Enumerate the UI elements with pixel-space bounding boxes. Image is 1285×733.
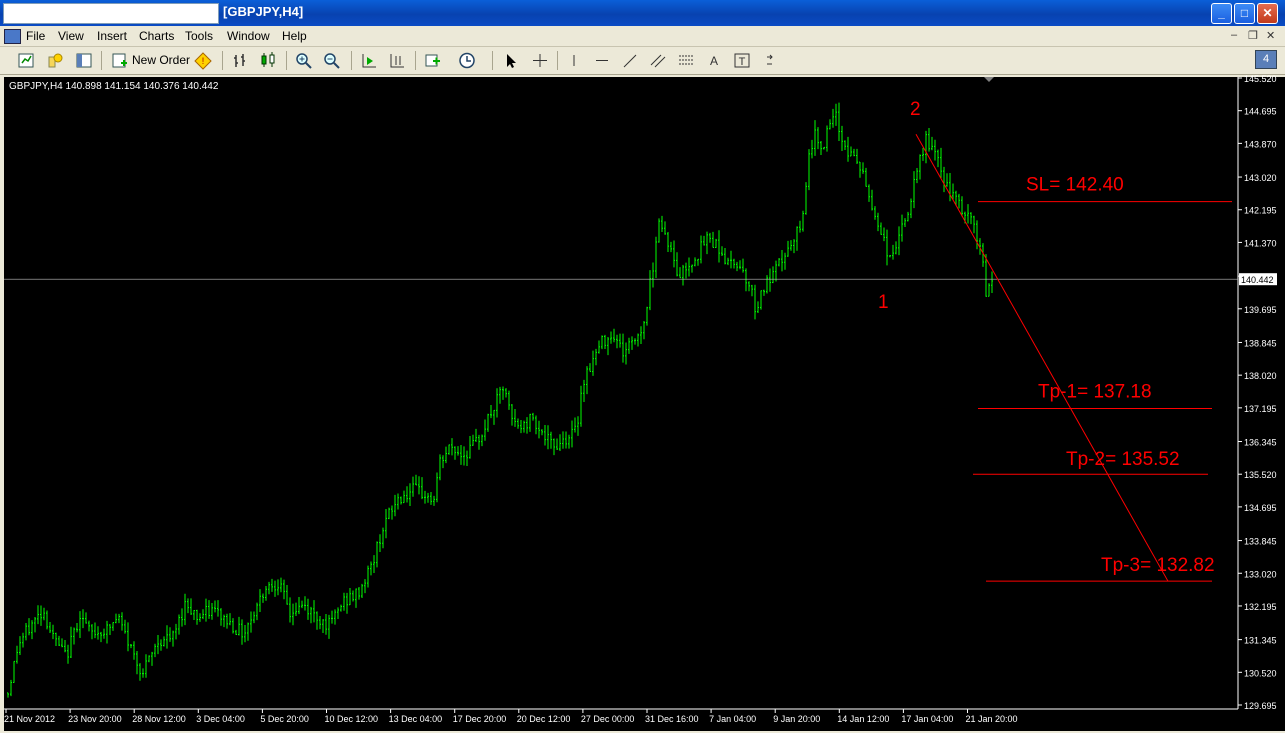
price-axis-background (1238, 77, 1285, 709)
mdi-minimize-icon[interactable]: – (1231, 29, 1237, 41)
periods-clock-icon[interactable] (458, 51, 478, 70)
expert-advisors-icon[interactable]: ! (193, 51, 213, 70)
y-tick-label: 143.870 (1244, 139, 1277, 149)
x-tick-label: 27 Dec 00:00 (581, 714, 635, 724)
y-tick-label: 139.695 (1244, 305, 1277, 315)
menu-view[interactable]: View (58, 29, 84, 43)
take-profit-1-label: Tp-1= 137.18 (1038, 381, 1152, 402)
y-tick-label: 129.695 (1244, 701, 1277, 711)
y-tick-label: 142.195 (1244, 206, 1277, 216)
x-tick-label: 31 Dec 16:00 (645, 714, 699, 724)
text-icon[interactable]: A (704, 51, 724, 70)
x-tick-label: 21 Nov 2012 (4, 714, 55, 724)
y-tick-label: 130.520 (1244, 668, 1277, 678)
y-tick-label: 137.195 (1244, 404, 1277, 414)
new-order-button[interactable]: New Order (110, 51, 190, 70)
menu-window[interactable]: Window (227, 29, 270, 43)
wave-point-2-label: 2 (910, 99, 921, 120)
y-tick-label: 132.195 (1244, 602, 1277, 612)
menu-help[interactable]: Help (282, 29, 307, 43)
x-tick-label: 21 Jan 20:00 (966, 714, 1018, 724)
stop-loss-label: SL= 142.40 (1026, 175, 1124, 196)
price-chart[interactable]: 145.520 144.695 143.870 143.020 142.195 141.3… (0, 75, 1285, 733)
indicators-icon[interactable] (423, 51, 443, 70)
cursor-icon[interactable] (501, 51, 521, 70)
y-tick-label: 138.845 (1244, 338, 1277, 348)
svg-text:!: ! (202, 56, 205, 66)
symbol-info: GBPJPY,H4 140.898 141.154 140.376 140.44… (9, 81, 219, 92)
wave-point-1-label: 1 (878, 292, 889, 313)
x-tick-label: 28 Nov 12:00 (132, 714, 186, 724)
x-tick-label: 14 Jan 12:00 (837, 714, 889, 724)
market-watch-icon[interactable] (74, 51, 94, 70)
title-bar: [GBPJPY,H4] _ □ ✕ (0, 0, 1285, 26)
equidistant-channel-icon[interactable] (648, 51, 668, 70)
mdi-restore-icon[interactable]: ❐ (1248, 29, 1258, 42)
menu-file[interactable]: File (26, 29, 45, 43)
menu-tools[interactable]: Tools (185, 29, 213, 43)
y-tick-label: 138.020 (1244, 371, 1277, 381)
vertical-line-icon[interactable] (564, 51, 584, 70)
zoom-out-icon[interactable] (322, 51, 342, 70)
auto-scroll-icon[interactable] (359, 51, 379, 70)
window-title: [GBPJPY,H4] (223, 4, 304, 19)
text-label-icon[interactable]: T (732, 51, 752, 70)
svg-text:A: A (710, 54, 718, 68)
minimize-button[interactable]: _ (1211, 3, 1232, 24)
x-tick-label: 13 Dec 04:00 (389, 714, 443, 724)
x-tick-label: 20 Dec 12:00 (517, 714, 571, 724)
profiles-icon[interactable] (45, 51, 65, 70)
chart-count-badge[interactable]: 4 (1255, 50, 1277, 69)
x-tick-label: 7 Jan 04:00 (709, 714, 756, 724)
x-tick-label: 5 Dec 20:00 (260, 714, 309, 724)
chart-shift-icon[interactable] (387, 51, 407, 70)
zoom-in-icon[interactable] (294, 51, 314, 70)
mdi-close-icon[interactable]: ✕ (1266, 29, 1275, 42)
chart-window: 145.520 144.695 143.870 143.020 142.195 141.3… (0, 75, 1285, 733)
y-tick-label: 133.020 (1244, 569, 1277, 579)
y-tick-label: 144.695 (1244, 107, 1277, 117)
svg-text:T: T (739, 56, 746, 68)
x-tick-label: 17 Jan 04:00 (901, 714, 953, 724)
take-profit-2-label: Tp-2= 135.52 (1066, 449, 1180, 470)
candlestick-chart-icon[interactable] (258, 51, 278, 70)
y-tick-label: 133.845 (1244, 537, 1277, 547)
fibonacci-icon[interactable] (676, 51, 696, 70)
y-tick-label: 141.370 (1244, 238, 1277, 248)
current-price-label: 140.442 (1241, 275, 1274, 285)
y-tick-label: 134.695 (1244, 503, 1277, 513)
take-profit-3-label: Tp-3= 132.82 (1101, 555, 1215, 576)
menu-bar: File View Insert Charts Tools Window Hel… (0, 26, 1285, 47)
y-tick-label: 136.345 (1244, 438, 1277, 448)
horizontal-line-icon[interactable] (592, 51, 612, 70)
app-icon[interactable] (4, 29, 21, 44)
new-chart-icon[interactable] (16, 51, 36, 70)
bar-chart-icon[interactable] (230, 51, 250, 70)
y-tick-label: 131.345 (1244, 636, 1277, 646)
arrows-icon[interactable] (762, 51, 782, 70)
y-tick-label: 135.520 (1244, 470, 1277, 480)
maximize-button[interactable]: □ (1234, 3, 1255, 24)
y-tick-label: 145.520 (1244, 75, 1277, 84)
x-tick-label: 17 Dec 20:00 (453, 714, 507, 724)
menu-insert[interactable]: Insert (97, 29, 127, 43)
menu-charts[interactable]: Charts (139, 29, 174, 43)
x-tick-label: 23 Nov 20:00 (68, 714, 122, 724)
toolbar: New Order ! A T 4 (0, 47, 1285, 75)
x-tick-label: 9 Jan 20:00 (773, 714, 820, 724)
title-search-box[interactable] (3, 3, 219, 24)
x-tick-label: 10 Dec 12:00 (325, 714, 379, 724)
trendline-icon[interactable] (620, 51, 640, 70)
x-tick-label: 3 Dec 04:00 (196, 714, 245, 724)
y-tick-label: 143.020 (1244, 173, 1277, 183)
close-button[interactable]: ✕ (1257, 3, 1278, 24)
crosshair-icon[interactable] (530, 51, 550, 70)
